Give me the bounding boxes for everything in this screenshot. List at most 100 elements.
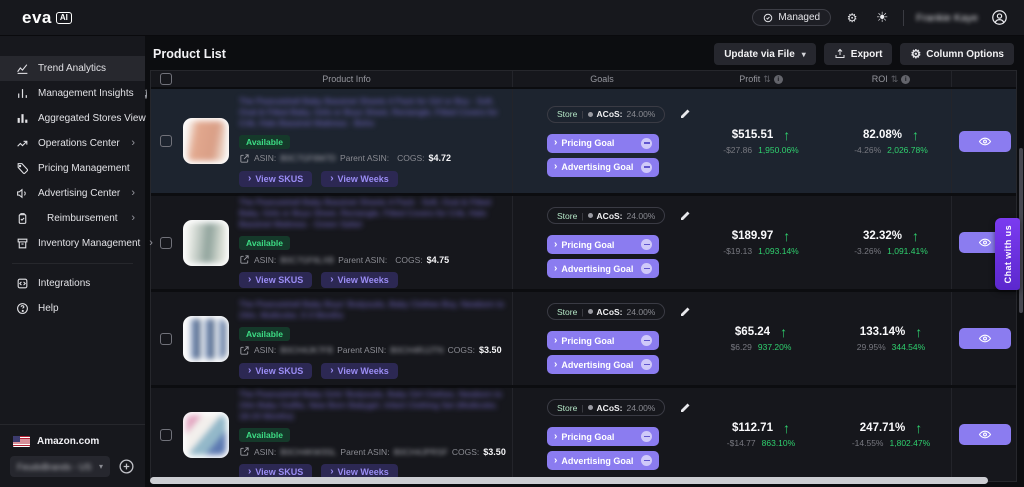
acos-chip[interactable]: Store | ACoS: 24.00% <box>547 207 665 224</box>
row-checkbox[interactable] <box>160 135 172 147</box>
store-label: Store <box>557 211 577 221</box>
acos-chip[interactable]: Store | ACoS: 24.00% <box>547 303 665 320</box>
sidebar-item-reimbursement[interactable]: Reimbursement › <box>0 206 145 231</box>
row-checkbox[interactable] <box>160 429 172 441</box>
view-skus-button[interactable]: ›View SKUS <box>239 171 312 187</box>
view-weeks-button[interactable]: ›View Weeks <box>321 272 398 288</box>
view-skus-button[interactable]: ›View SKUS <box>239 272 312 288</box>
info-icon: i <box>145 89 147 99</box>
profit-metric: $65.24↑ $6.29937.20% <box>731 325 792 352</box>
help-icon <box>15 302 29 316</box>
managed-badge[interactable]: Managed <box>752 9 831 26</box>
up-arrow-icon: ↑ <box>915 421 922 435</box>
sidebar-item-aggregated-stores-view[interactable]: Aggregated Stores View <box>0 106 145 131</box>
trend-analytics-icon <box>15 62 29 76</box>
column-options-button[interactable]: ⚙ Column Options <box>900 43 1014 65</box>
acos-label: ACoS: <box>597 211 623 221</box>
view-weeks-button[interactable]: ›View Weeks <box>321 171 398 187</box>
row-checkbox[interactable] <box>160 237 172 249</box>
remove-goal-icon[interactable] <box>641 431 652 442</box>
roi-pct: 1,091.41% <box>887 246 928 256</box>
remove-goal-icon[interactable] <box>641 162 652 173</box>
select-all-checkbox[interactable] <box>160 73 172 85</box>
sidebar-item-operations-center[interactable]: Operations Center › <box>0 131 145 156</box>
column-header-roi[interactable]: ROI ⇅ i <box>872 74 911 84</box>
asin-value: B0CH4JK7FB <box>280 345 333 355</box>
profit-metric: $189.97↑ -$19.131,093.14% <box>723 229 799 256</box>
pricing-goal-button[interactable]: ›Pricing Goal <box>547 134 659 153</box>
pricing-goal-button[interactable]: ›Pricing Goal <box>547 427 659 446</box>
store-selector-dropdown[interactable]: FeudoBrands - US ▾ <box>10 456 110 477</box>
store-label: Store <box>557 307 577 317</box>
remove-goal-icon[interactable] <box>641 239 652 250</box>
sidebar-item-inventory-management[interactable]: Inventory Management › <box>0 231 145 256</box>
up-arrow-icon: ↑ <box>780 325 787 339</box>
sidebar-item-management-insights[interactable]: Management Insights i <box>0 81 145 106</box>
product-title: The Peanutshell Baby Girls' Bodysuits, B… <box>239 389 506 422</box>
sidebar-item-advertising-center[interactable]: Advertising Center › <box>0 181 145 206</box>
add-store-button[interactable] <box>118 458 135 475</box>
table-row: The Peanutshell Baby Bassinet Sheets 4 P… <box>151 89 1016 193</box>
edit-pencil-icon[interactable] <box>679 402 691 414</box>
pricing-goal-button[interactable]: ›Pricing Goal <box>547 331 659 350</box>
external-link-icon[interactable] <box>239 254 250 265</box>
sidebar-item-pricing-management[interactable]: Pricing Management <box>0 156 145 181</box>
cogs-value: $4.72 <box>429 153 452 163</box>
external-link-icon[interactable] <box>239 153 250 164</box>
profit-pct: 863.10% <box>762 438 796 448</box>
view-details-button[interactable] <box>959 328 1011 349</box>
settings-gear-icon[interactable]: ⚙ <box>843 9 861 27</box>
asin-value: B0C7GF6LXB <box>280 255 334 265</box>
advertising-goal-button[interactable]: ›Advertising Goal <box>547 158 659 177</box>
view-details-button[interactable] <box>959 131 1011 152</box>
remove-goal-icon[interactable] <box>641 138 652 149</box>
row-checkbox[interactable] <box>160 333 172 345</box>
chat-with-us-tab[interactable]: Chat with us <box>995 218 1020 290</box>
acos-chip[interactable]: Store | ACoS: 24.00% <box>547 399 665 416</box>
sort-icon[interactable]: ⇅ <box>763 75 771 84</box>
up-arrow-icon: ↑ <box>783 421 790 435</box>
remove-goal-icon[interactable] <box>641 359 652 370</box>
profit-pct: 1,950.06% <box>758 145 799 155</box>
roi-value: 82.08% <box>863 129 902 141</box>
trending-up-icon <box>15 137 29 151</box>
column-header-profit[interactable]: Profit ⇅ i <box>739 74 783 84</box>
price-tag-icon <box>15 162 29 176</box>
external-link-icon[interactable] <box>239 446 250 457</box>
update-via-file-button[interactable]: Update via File ▾ <box>714 43 816 65</box>
chip-divider: | <box>581 403 583 413</box>
pricing-goal-button[interactable]: ›Pricing Goal <box>547 235 659 254</box>
product-image <box>183 220 229 266</box>
view-details-button[interactable] <box>959 424 1011 445</box>
acos-chip[interactable]: Store | ACoS: 24.00% <box>547 106 665 123</box>
view-weeks-button[interactable]: ›View Weeks <box>321 363 398 379</box>
gear-icon: ⚙ <box>910 48 921 60</box>
external-link-icon[interactable] <box>239 345 250 356</box>
remove-goal-icon[interactable] <box>641 455 652 466</box>
roi-pct: 2,026.78% <box>887 145 928 155</box>
avatar[interactable] <box>990 9 1008 27</box>
cogs-value: $4.75 <box>427 255 450 265</box>
advertising-goal-button[interactable]: ›Advertising Goal <box>547 259 659 278</box>
edit-pencil-icon[interactable] <box>679 210 691 222</box>
horizontal-scrollbar[interactable] <box>150 477 988 484</box>
up-arrow-icon: ↑ <box>915 325 922 339</box>
advertising-goal-button[interactable]: ›Advertising Goal <box>547 355 659 374</box>
advertising-goal-button[interactable]: ›Advertising Goal <box>547 451 659 470</box>
sidebar-item-label: Operations Center <box>38 138 120 149</box>
edit-pencil-icon[interactable] <box>679 306 691 318</box>
edit-pencil-icon[interactable] <box>679 108 691 120</box>
remove-goal-icon[interactable] <box>641 263 652 274</box>
sort-icon[interactable]: ⇅ <box>891 75 899 84</box>
asin-label: ASIN: <box>254 447 276 457</box>
sidebar-item-help[interactable]: Help <box>0 296 145 321</box>
roi-delta: 29.95% <box>857 342 886 352</box>
export-button[interactable]: Export <box>824 43 893 65</box>
profit-delta: $6.29 <box>731 342 752 352</box>
theme-toggle-sun-icon[interactable]: ☀ <box>873 9 891 27</box>
sidebar-item-integrations[interactable]: Integrations <box>0 271 145 296</box>
up-arrow-icon: ↑ <box>783 128 790 142</box>
sidebar-item-trend-analytics[interactable]: Trend Analytics <box>0 56 145 81</box>
view-skus-button[interactable]: ›View SKUS <box>239 363 312 379</box>
remove-goal-icon[interactable] <box>641 335 652 346</box>
